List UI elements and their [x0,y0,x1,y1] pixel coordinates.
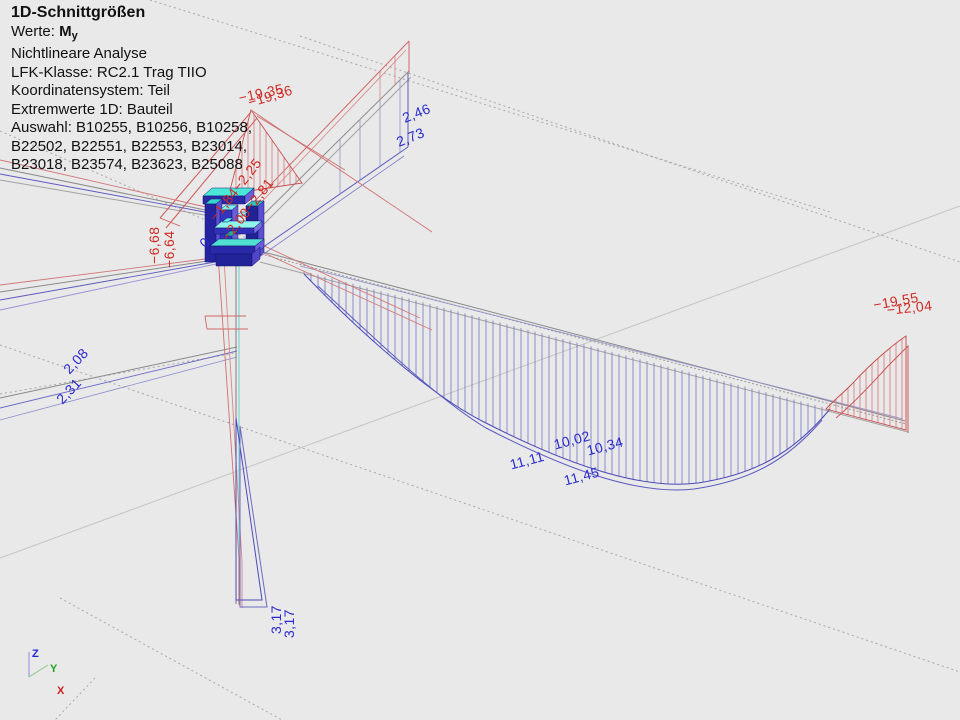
moment-label-neg-6-64: −6,64 [161,231,177,268]
selection-line-1: Auswahl: B10255, B10256, B10258, [11,119,252,138]
y-axis-line [29,665,48,677]
coordinate-system-line: Koordinatensystem: Teil [11,82,252,101]
moment-label-3-17-b: 3,17 [281,609,297,638]
view-info-header: 1D-Schnittgrößen Werte: My Nichtlineare … [11,4,252,175]
x-axis-label: X [57,685,65,697]
selection-line-3: B23018, B23574, B23623, B25088 [11,156,252,175]
moment-diagram-main-positive [300,266,903,490]
moment-diagram-left [0,160,237,420]
z-axis-label: Z [32,648,39,660]
lfk-class-line: LFK-Klasse: RC2.1 Trag TIIO [11,64,252,83]
selection-line-2: B22502, B22551, B22553, B23014, [11,138,252,157]
viewport-3d[interactable]: 1D-Schnittgrößen Werte: My Nichtlineare … [0,0,960,720]
moment-label-neg-6-68: −6,68 [146,227,162,264]
page-title: 1D-Schnittgrößen [11,4,252,23]
y-axis-label: Y [50,663,58,675]
analysis-line: Nichtlineare Analyse [11,45,252,64]
extreme-values-line: Extremwerte 1D: Bauteil [11,101,252,120]
x-axis-line [29,677,57,688]
values-line: Werte: My [11,23,252,46]
